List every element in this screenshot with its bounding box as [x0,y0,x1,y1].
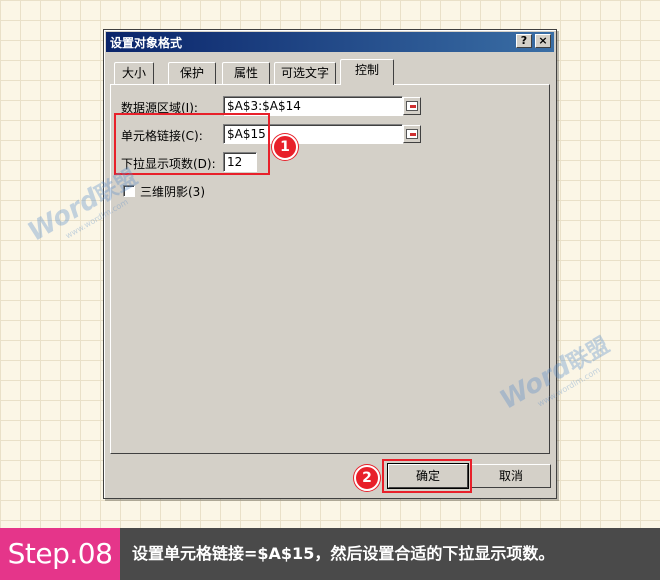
watermark-cn: 联盟 [563,332,614,377]
watermark-brand: Word [23,183,105,248]
tab-alt-text[interactable]: 可选文字 [274,62,336,84]
tab-properties[interactable]: 属性 [222,62,270,84]
step-badge-1: 1 [272,134,298,160]
format-object-dialog: 设置对象格式 ? × 大小 保护 属性 可选文字 控制 数据源区域(I): $A… [103,29,557,499]
highlight-box-1 [114,113,270,175]
help-button[interactable]: ? [516,34,532,48]
cancel-button[interactable]: 取消 [471,464,551,488]
dialog-title: 设置对象格式 [110,36,183,50]
3d-shading-checkbox[interactable] [123,185,135,197]
3d-shading-label[interactable]: 三维阴影(3) [140,183,205,200]
tab-size[interactable]: 大小 [114,62,154,84]
range-select-icon [406,101,418,111]
range-select-icon [406,129,418,139]
tab-control[interactable]: 控制 [340,59,394,85]
dialog-titlebar[interactable]: 设置对象格式 ? × [106,32,554,52]
close-button[interactable]: × [535,34,551,48]
step-label: Step.08 [0,528,120,580]
step-caption: 设置单元格链接=$A$15，然后设置合适的下拉显示项数。 [132,544,555,563]
cell-link-collapse-button[interactable] [403,125,421,143]
step-badge-2: 2 [354,465,380,491]
source-range-collapse-button[interactable] [403,97,421,115]
highlight-box-2 [382,459,472,493]
tab-protection[interactable]: 保护 [168,62,216,84]
